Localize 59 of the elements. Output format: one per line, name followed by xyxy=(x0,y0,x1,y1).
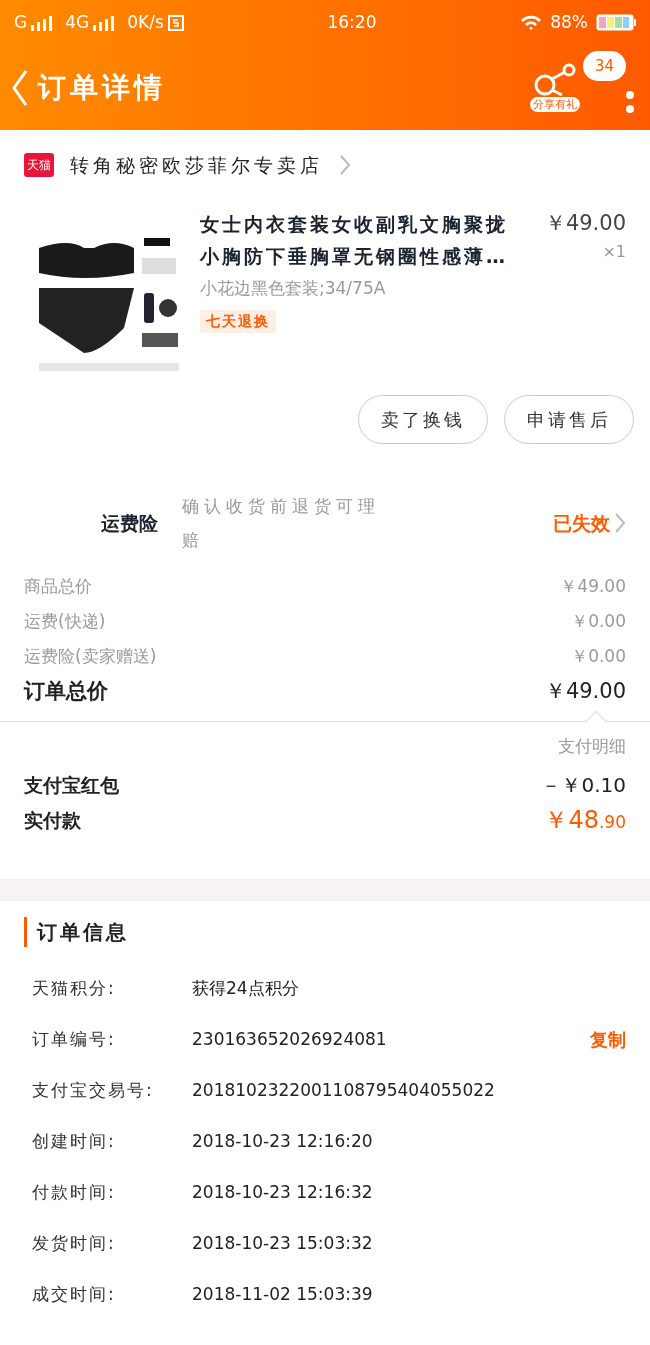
status-time: 16:20 xyxy=(327,10,377,34)
payment-amount: －￥0.10 xyxy=(541,771,626,799)
battery-level: 88% xyxy=(550,10,588,34)
app-icon xyxy=(167,14,184,31)
info-value: 230163652026924081 xyxy=(192,1027,387,1051)
action-button[interactable]: 卖了换钱 xyxy=(358,395,488,444)
info-label: 成交时间: xyxy=(32,1282,117,1306)
signal-label: 4G xyxy=(65,10,90,34)
paid-label: 实付款 xyxy=(24,807,81,833)
insurance-status-link[interactable]: 已失效 xyxy=(553,508,626,538)
page-title: 订单详情 xyxy=(38,69,166,106)
info-value: 获得24点积分 xyxy=(192,976,299,1000)
store-logo: 天猫 xyxy=(24,153,54,177)
more-icon xyxy=(626,90,634,113)
product-quantity: ×1 xyxy=(601,240,626,263)
info-label: 订单编号: xyxy=(32,1027,117,1051)
insurance-description: 确认收货前退货可理赔 xyxy=(182,495,381,552)
summary-label: 运费(快递) xyxy=(24,610,106,633)
wifi-icon xyxy=(520,14,543,31)
info-value: 2018-10-23 15:03:32 xyxy=(192,1231,373,1255)
info-label: 天猫积分: xyxy=(32,976,117,1000)
battery-icon xyxy=(596,14,636,31)
signal-label: G xyxy=(14,10,28,34)
chevron-icon xyxy=(339,154,351,176)
message-count-badge: 34 xyxy=(582,50,626,81)
summary-amount: ￥0.00 xyxy=(571,645,626,668)
signal-icon xyxy=(93,14,116,31)
copy-button[interactable]: 复制 xyxy=(590,1026,626,1053)
summary-amount: ￥0.00 xyxy=(571,610,626,633)
summary-label: 商品总价 xyxy=(24,575,92,598)
info-value: 2018-11-02 15:03:39 xyxy=(192,1282,373,1306)
network-speed: 0K/s xyxy=(127,10,164,34)
summary-label: 订单总价 xyxy=(24,678,108,705)
info-label: 支付宝交易号: xyxy=(32,1078,155,1102)
info-label: 付款时间: xyxy=(32,1180,117,1204)
return-policy-tag: 七天退换 xyxy=(200,309,276,333)
summary-amount: ￥49.00 xyxy=(560,575,626,598)
chevron-icon xyxy=(614,512,626,534)
action-button[interactable]: 申请售后 xyxy=(504,395,634,444)
product-title: 女士内衣套装女收副乳文胸聚拢 小胸防下垂胸罩无钢圈性感薄… xyxy=(200,212,508,269)
signal-icon xyxy=(31,14,54,31)
paid-amount: ￥48.90 xyxy=(544,804,626,836)
info-label: 发货时间: xyxy=(32,1231,117,1255)
insurance-label: 运费险 xyxy=(100,510,159,536)
payment-label: 支付宝红包 xyxy=(24,772,119,798)
info-value: 2018-10-23 12:16:32 xyxy=(192,1180,373,1204)
info-value: 2018-10-23 12:16:20 xyxy=(192,1129,373,1153)
product-sku: 小花边黑色套装;34/75A xyxy=(200,277,387,300)
share-button[interactable]: 分享有礼 xyxy=(530,63,580,112)
store-link[interactable]: 转角秘密欧莎菲尔专卖店 xyxy=(70,150,323,180)
product-price: ￥49.00 xyxy=(544,210,626,237)
more-button[interactable] xyxy=(626,90,634,113)
summary-label: 运费险(卖家赠送) xyxy=(24,645,157,668)
section-title: 订单信息 xyxy=(24,917,626,947)
share-icon xyxy=(532,63,578,97)
info-value: 2018102322001108795404055022 xyxy=(192,1078,495,1102)
info-label: 创建时间: xyxy=(32,1129,117,1153)
summary-amount: ￥49.00 xyxy=(544,678,626,705)
payment-detail-link[interactable]: 支付明细 xyxy=(558,736,626,756)
